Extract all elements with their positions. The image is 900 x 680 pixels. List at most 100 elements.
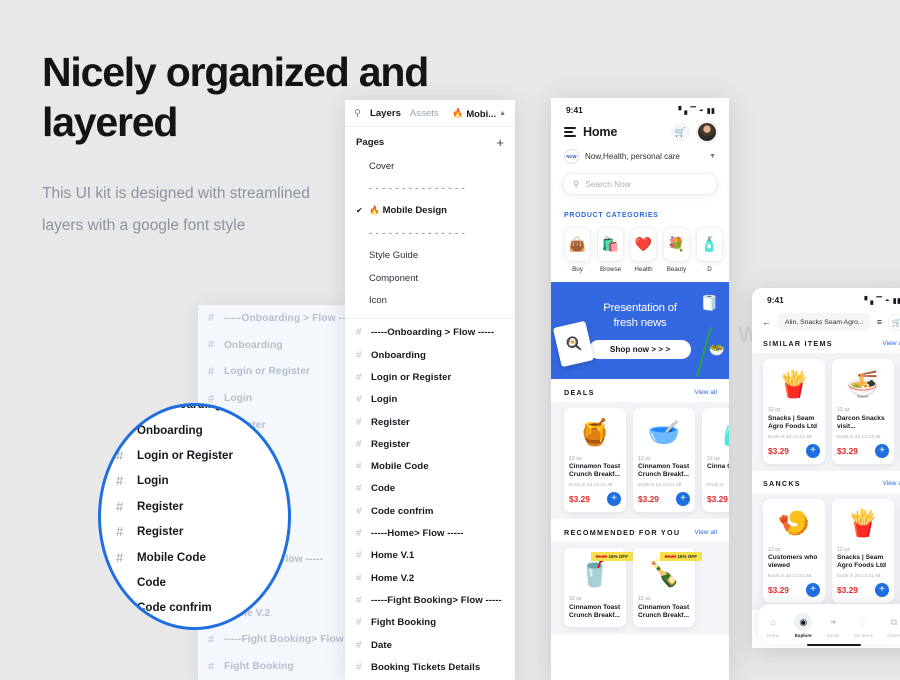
list-item-label: Onboarding	[137, 423, 203, 437]
hash-icon: #	[356, 639, 362, 651]
layer-item[interactable]: # Fight Booking	[345, 612, 515, 634]
nav-item-deals[interactable]: ❧ Deals	[819, 613, 847, 638]
cart-icon[interactable]: 🛒	[888, 313, 900, 331]
orders-icon: ⧉	[890, 616, 898, 627]
menu-icon[interactable]	[564, 127, 576, 137]
layer-item[interactable]: # Register	[345, 433, 515, 455]
layer-item[interactable]: # Code	[345, 478, 515, 500]
add-page-button[interactable]: +	[496, 136, 504, 149]
hash-icon: #	[356, 327, 362, 339]
layer-item[interactable]: # -----Home> Flow -----	[345, 522, 515, 544]
recommended-view-all[interactable]: View all	[694, 529, 717, 536]
product-price: $3.29	[837, 445, 858, 456]
category-item[interactable]: ❤️ Health	[630, 227, 657, 273]
layer-item[interactable]: # -----Onboarding > Flow -----	[345, 322, 515, 344]
page-item[interactable]: Component	[345, 267, 515, 289]
product-card[interactable]: $3.89 15% OFF 🍾 12 oz Cinnamon Toast Crunch…	[633, 548, 702, 627]
product-card[interactable]: 🍟 12 oz Snacks | Seam Agro Foods Ltd Ends i…	[763, 359, 825, 464]
list-item-label: Register	[137, 525, 184, 539]
fire-icon: 🔥	[452, 107, 464, 118]
product-name: Cinnamon Toast Crunch Breakf...	[569, 603, 621, 619]
product-card[interactable]: $3.89 15% OFF 🥤 12 oz Cinnamon Toast Crunch…	[564, 548, 633, 627]
add-to-cart-button[interactable]: +	[607, 492, 621, 506]
snacks-view-all[interactable]: View all	[882, 480, 900, 487]
layer-item[interactable]: # Booking Tickets Details	[345, 656, 515, 678]
page-item[interactable]: Cover	[345, 155, 515, 177]
category-item[interactable]: 🛍️ Browse	[597, 227, 624, 273]
product-card[interactable]: 🍜 12 oz Darcon Snacks visit... Ends in 2d 1…	[832, 359, 894, 464]
cart-icon[interactable]: 🛒	[671, 122, 690, 142]
add-to-cart-button[interactable]: +	[676, 492, 690, 506]
product-card[interactable]: 🥣 12 oz Cinnamon Toast Crunch Breakf... End…	[633, 407, 695, 512]
add-to-cart-button[interactable]: +	[875, 583, 889, 597]
fire-icon: 🔥	[369, 205, 380, 216]
nav-item-home[interactable]: ⌂ Home	[759, 613, 787, 638]
document-selector[interactable]: 🔥 Mobi... ▲	[452, 108, 506, 119]
product-card[interactable]: 🍯 12 oz Cinnamon Toast Crunch Breakf... End…	[564, 407, 626, 512]
list-item-label: Fight Booking	[224, 661, 294, 673]
add-to-cart-button[interactable]: +	[875, 443, 889, 458]
list-item-label: -----Onboarding > Flow -----	[224, 312, 357, 324]
category-item[interactable]: 👜 Buy	[564, 227, 591, 273]
layer-item[interactable]: # Code confrim	[345, 500, 515, 522]
add-to-cart-button[interactable]: +	[806, 583, 820, 597]
layer-item[interactable]: # Onboarding	[345, 344, 515, 366]
deals-view-all[interactable]: View all	[694, 389, 717, 396]
product-categories-row: 👜 Buy 🛍️ Browse ❤️ Health 💐 Beauty 🧴 D	[551, 222, 729, 277]
category-item[interactable]: 💐 Beauty	[663, 227, 690, 273]
product-name: Customers who viewed	[768, 554, 818, 570]
back-arrow-icon[interactable]: ←	[762, 317, 771, 327]
recommended-strip: $3.89 15% OFF 🥤 12 oz Cinnamon Toast Crunch…	[551, 542, 729, 634]
status-bar: 9:41 ▘▖▔ ◓ ▮▮	[551, 98, 729, 117]
layer-item[interactable]: # Register	[345, 411, 515, 433]
filter-icon[interactable]: ≡	[877, 317, 882, 327]
layer-item-label: Login or Register	[371, 371, 452, 383]
search-icon[interactable]: ⚲	[354, 108, 361, 119]
chevron-up-icon: ▲	[499, 109, 506, 117]
similar-items-view-all[interactable]: View all	[882, 340, 900, 347]
product-size: 12 oz	[569, 596, 582, 602]
layer-item[interactable]: # Login or Register	[345, 366, 515, 388]
category-label: D	[707, 265, 712, 273]
layer-item[interactable]: # Mobile Code	[345, 456, 515, 478]
nav-item-orders[interactable]: ⧉ Orders	[880, 613, 900, 638]
page-item[interactable]: Icon	[345, 289, 515, 311]
page-item[interactable]: - - - - - - - - - - - - - - -	[345, 222, 515, 244]
nav-item-my-items[interactable]: ♡ My Items	[850, 613, 878, 638]
brand-logo: NOW	[564, 149, 579, 164]
layer-item[interactable]: # Home V.1	[345, 545, 515, 567]
page-item[interactable]: - - - - - - - - - - - - - - -	[345, 177, 515, 199]
add-to-cart-button[interactable]: +	[806, 443, 820, 458]
layer-item[interactable]: # Date	[345, 634, 515, 656]
product-price: $3.29	[837, 585, 858, 595]
hash-icon: #	[356, 438, 362, 450]
hash-icon: #	[208, 365, 215, 378]
deals-strip: 🍯 12 oz Cinnamon Toast Crunch Breakf... End…	[551, 401, 729, 519]
promo-banner[interactable]: 🍳 🧻 🥗 Presentation of fresh news Shop no…	[551, 281, 729, 379]
product-card[interactable]: 🍟 12 oz Snacks | Seam Agro Foods Ltd Ends i…	[832, 498, 894, 603]
page-item[interactable]: ✔ 🔥 Mobile Design	[345, 200, 515, 222]
phone-mockup-home: 9:41 ▘▖▔ ◓ ▮▮ Home 🛒 NOW Now,Health, per…	[551, 98, 729, 680]
list-item-label: Login	[137, 474, 169, 488]
page-item[interactable]: Style Guide	[345, 245, 515, 267]
nav-item-label: My Items	[854, 632, 873, 638]
product-card[interactable]: 🍤 12 oz Customers who viewed Ends in 2d 12:…	[763, 498, 825, 603]
tab-layers[interactable]: Layers	[370, 108, 401, 119]
layer-item[interactable]: # Login	[345, 389, 515, 411]
nav-item-explore[interactable]: ◉ Explore	[789, 613, 817, 638]
search-input[interactable]: ⚲ Search Now	[562, 173, 718, 195]
category-item[interactable]: 🧴 D	[696, 227, 723, 273]
layer-item[interactable]: # -----Fight Booking> Flow -----	[345, 589, 515, 611]
product-size: 12 oz	[837, 546, 850, 553]
product-card[interactable]: 🧴12 ozCinna CruncEnds in$3.29+	[702, 407, 729, 512]
list-item-label: Code confrim	[137, 601, 212, 615]
shop-now-button[interactable]: Shop now > > >	[588, 340, 692, 360]
avatar[interactable]	[697, 122, 717, 142]
sticker-basket-icon: 🧻	[700, 294, 719, 312]
search-input[interactable]: Alin, Snacks Seam Agro...	[777, 313, 871, 331]
layer-item[interactable]: # Home V.2	[345, 567, 515, 589]
hash-icon: #	[116, 473, 124, 489]
tab-assets[interactable]: Assets	[410, 108, 439, 119]
list-item-label: -----Fight Booking> Flow -----	[224, 634, 365, 646]
category-selector[interactable]: NOW Now,Health, personal care ▼	[551, 145, 729, 167]
